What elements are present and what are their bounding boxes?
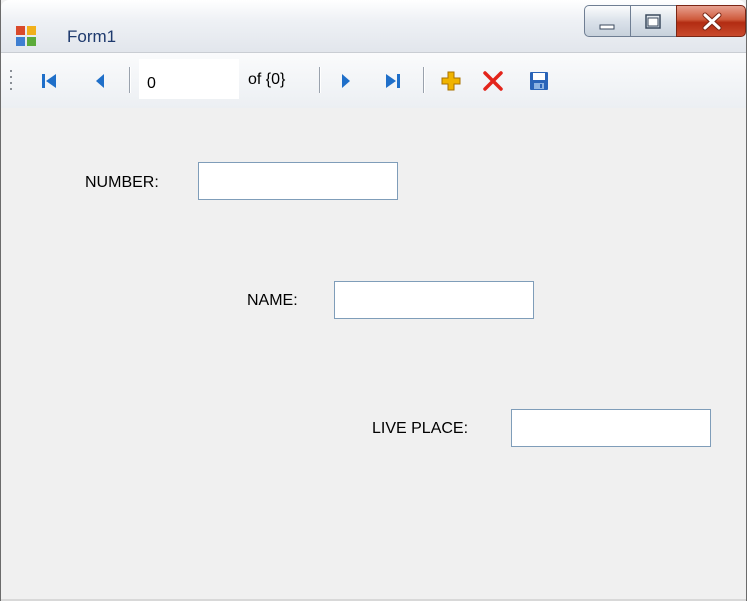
window-title: Form1 — [67, 27, 117, 46]
minimize-icon — [599, 24, 615, 30]
toolbar-separator — [423, 67, 425, 93]
caption-buttons — [584, 5, 746, 39]
move-next-icon[interactable] — [331, 67, 359, 95]
toolbar-separator — [319, 67, 321, 93]
live-place-label: LIVE PLACE: — [372, 420, 469, 437]
move-first-icon[interactable] — [35, 67, 63, 95]
count-label: of {0} — [248, 71, 286, 88]
maximize-icon — [645, 14, 661, 29]
form-app-icon — [16, 26, 36, 46]
number-label: NUMBER: — [85, 174, 159, 191]
title-bar[interactable]: Form1 — [1, 0, 746, 53]
close-button[interactable] — [676, 5, 746, 37]
live-place-field[interactable] — [511, 409, 711, 447]
form-window: Form1 0 of {0} NUMBER: NAME: LIVE PLACE: — [0, 0, 747, 601]
position-input[interactable] — [139, 59, 239, 99]
toolbar-grip-icon[interactable] — [9, 69, 13, 95]
binding-navigator: of {0} — [1, 53, 746, 108]
maximize-button[interactable] — [630, 5, 676, 37]
add-new-icon[interactable] — [437, 67, 465, 95]
move-previous-icon[interactable] — [87, 67, 115, 95]
close-icon — [702, 12, 722, 31]
name-field[interactable] — [334, 281, 534, 319]
minimize-button[interactable] — [584, 5, 630, 37]
toolbar-separator — [129, 67, 131, 93]
save-icon[interactable] — [525, 67, 553, 95]
move-last-icon[interactable] — [379, 67, 407, 95]
delete-icon[interactable] — [479, 67, 507, 95]
number-field[interactable] — [198, 162, 398, 200]
name-label: NAME: — [247, 292, 298, 309]
